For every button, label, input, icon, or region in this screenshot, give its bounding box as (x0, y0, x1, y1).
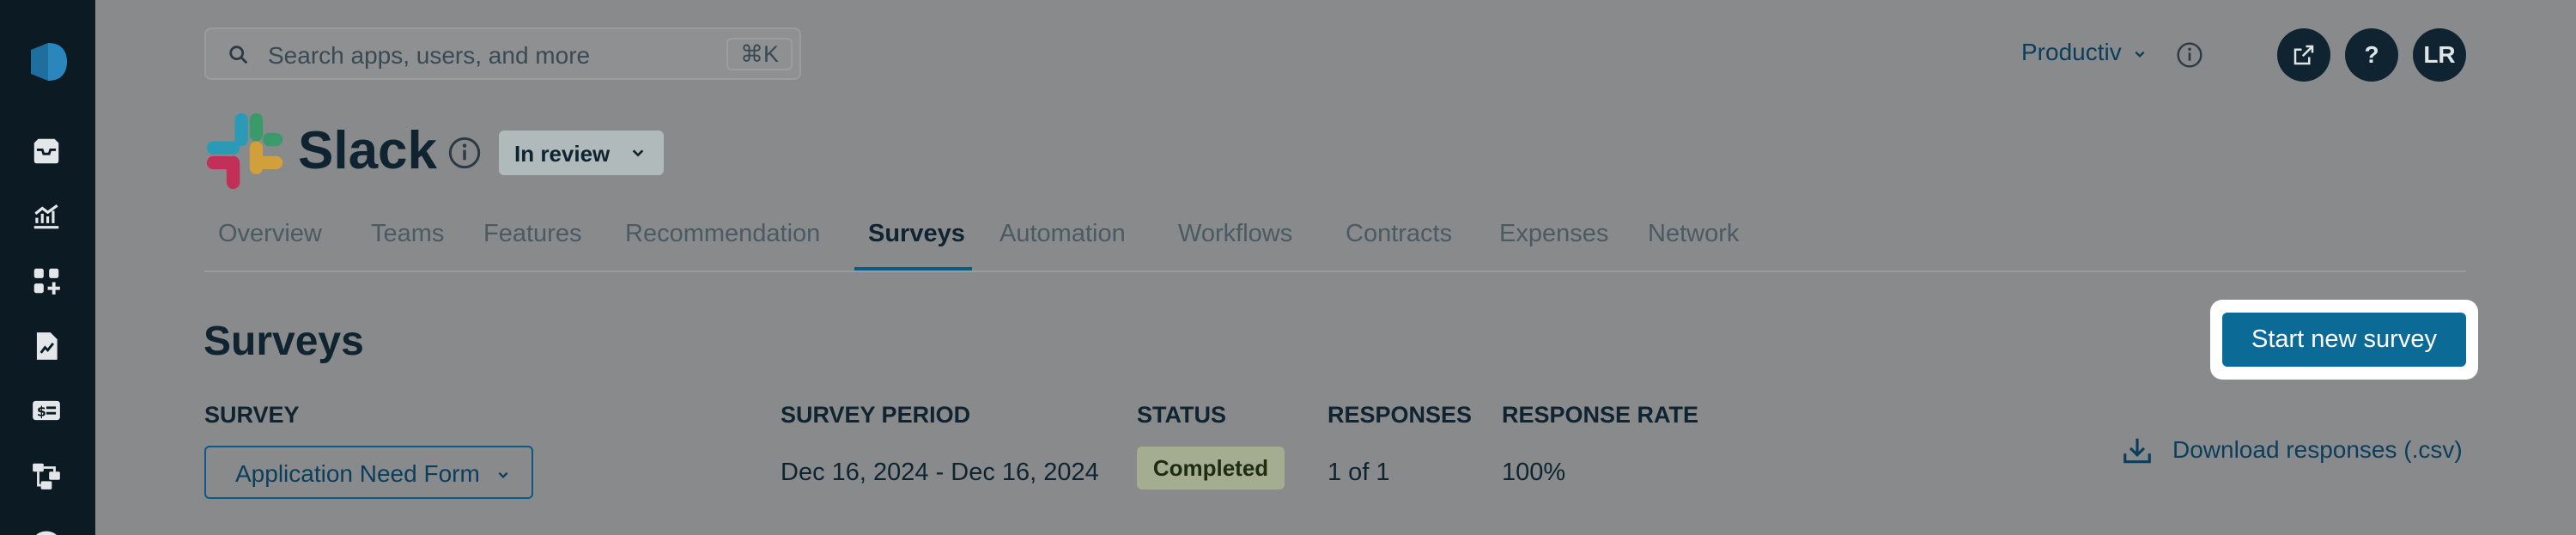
tabs-divider (204, 271, 2466, 272)
productiv-logo-icon[interactable] (27, 38, 69, 86)
tab-automation[interactable]: Automation (999, 220, 1126, 248)
tab-overview[interactable]: Overview (218, 220, 322, 248)
help-icon: ? (2364, 41, 2379, 68)
user-avatar[interactable]: LR (2413, 28, 2466, 82)
chevron-down-icon (632, 149, 644, 157)
start-survey-highlight: Start new survey (2210, 300, 2478, 380)
column-header-status: STATUS (1137, 402, 1226, 428)
tab-workflows[interactable]: Workflows (1178, 220, 1292, 248)
survey-name: Application Need Form (235, 460, 480, 487)
column-header-response-rate: RESPONSE RATE (1502, 402, 1699, 428)
svg-text:$: $ (37, 403, 46, 419)
search-placeholder: Search apps, users, and more (268, 42, 591, 69)
apps-add-icon[interactable] (29, 264, 64, 298)
workflow-icon[interactable] (29, 459, 64, 493)
chevron-down-icon (2135, 51, 2144, 58)
workspace-switcher[interactable]: Productiv (2021, 39, 2146, 66)
app-title: Slack (298, 121, 438, 180)
tab-recommendation[interactable]: Recommendation (625, 220, 820, 248)
expenses-icon[interactable]: $ (29, 393, 64, 428)
slack-logo-icon (206, 112, 283, 190)
inbox-icon[interactable] (29, 134, 64, 168)
survey-select-dropdown[interactable]: Application Need Form (204, 446, 533, 499)
reports-icon[interactable] (29, 329, 64, 363)
app-status-dropdown[interactable]: In review (499, 131, 664, 175)
tab-network[interactable]: Network (1648, 220, 1739, 248)
column-header-survey: SURVEY (204, 402, 300, 428)
tab-teams[interactable]: Teams (371, 220, 444, 248)
info-icon[interactable] (2176, 41, 2203, 69)
responses-value: 1 of 1 (1327, 459, 1390, 486)
share-button[interactable] (2277, 28, 2330, 82)
tab-surveys[interactable]: Surveys (868, 220, 965, 248)
search-shortcut-badge: ⌘K (726, 38, 793, 70)
section-title: Surveys (204, 319, 364, 364)
analytics-icon[interactable] (29, 199, 64, 234)
share-icon (2293, 45, 2314, 65)
help-button[interactable]: ? (2345, 28, 2398, 82)
chevron-down-icon (498, 471, 508, 478)
search-icon (229, 46, 248, 64)
workspace-name: Productiv (2021, 39, 2122, 65)
status-badge: Completed (1137, 447, 1285, 489)
survey-period-value: Dec 16, 2024 - Dec 16, 2024 (781, 459, 1099, 486)
column-header-survey-period: SURVEY PERIOD (781, 402, 971, 428)
more-nav-icon[interactable] (29, 520, 64, 535)
column-header-responses: RESPONSES (1327, 402, 1473, 428)
download-responses-label: Download responses (.csv) (2172, 436, 2463, 463)
download-icon (2123, 438, 2151, 464)
tab-expenses[interactable]: Expenses (1499, 220, 1608, 248)
global-search[interactable]: Search apps, users, and more ⌘K (204, 27, 801, 80)
start-new-survey-button[interactable]: Start new survey (2222, 313, 2466, 367)
response-rate-value: 100% (1502, 459, 1566, 486)
avatar-initials: LR (2423, 41, 2456, 68)
left-nav: $ (0, 0, 95, 535)
tab-features[interactable]: Features (483, 220, 581, 248)
tab-contracts[interactable]: Contracts (1346, 220, 1452, 248)
app-info-icon[interactable] (447, 136, 482, 170)
app-status-label: In review (514, 141, 611, 167)
